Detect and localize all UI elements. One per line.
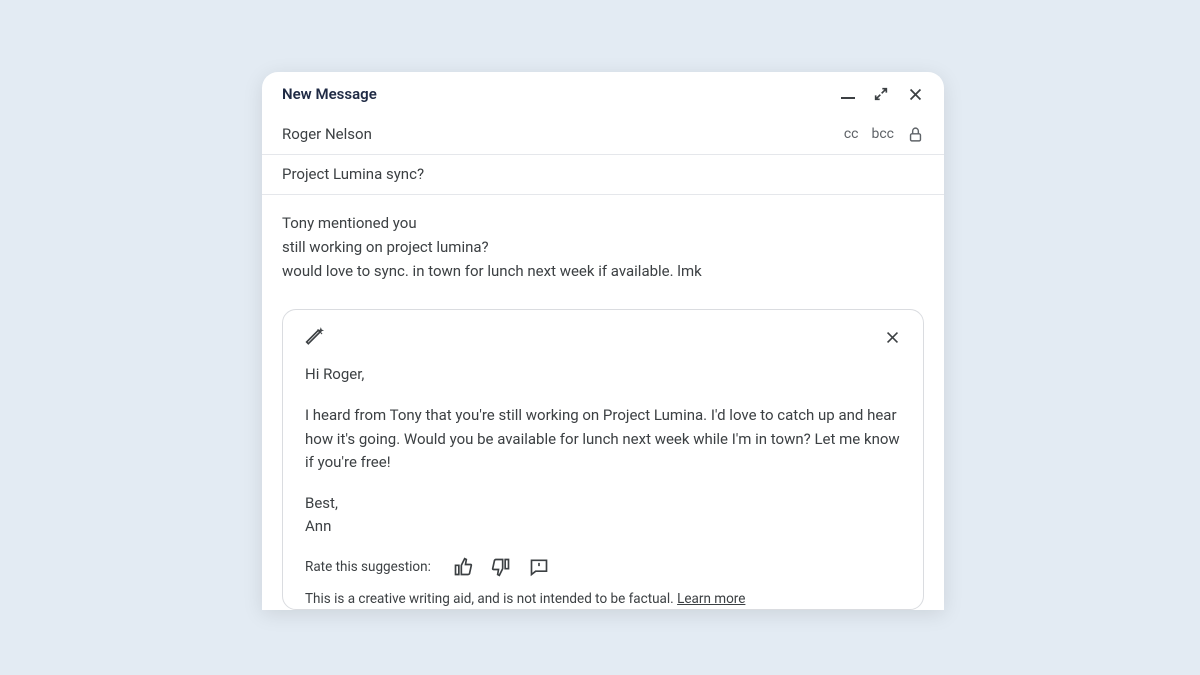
body-line: Tony mentioned you [282,211,924,235]
ai-suggestion-card: Hi Roger, I heard from Tony that you're … [282,309,924,610]
lock-icon[interactable] [907,126,924,143]
body-line: still working on project lumina? [282,235,924,259]
suggestion-paragraph: I heard from Tony that you're still work… [305,404,901,474]
expand-icon[interactable] [873,86,889,102]
body-line: would love to sync. in town for lunch ne… [282,259,924,283]
header-controls [841,86,924,103]
learn-more-link[interactable]: Learn more [677,591,745,607]
feedback-icon[interactable] [529,557,549,577]
compose-title: New Message [282,85,377,103]
close-icon[interactable] [907,86,924,103]
to-actions: cc bcc [844,126,924,143]
suggestion-header [305,327,901,347]
cc-button[interactable]: cc [844,126,859,142]
suggestion-greeting: Hi Roger, [305,363,901,386]
subject-text: Project Lumina sync? [282,165,924,183]
minimize-icon[interactable] [841,93,855,95]
user-draft-text: Tony mentioned you still working on proj… [282,211,924,283]
rate-row: Rate this suggestion: [305,557,901,577]
compose-header: New Message [262,72,944,115]
body-field[interactable]: Tony mentioned you still working on proj… [262,195,944,283]
suggestion-body: Hi Roger, I heard from Tony that you're … [305,363,901,539]
subject-field[interactable]: Project Lumina sync? [262,155,944,195]
thumbs-up-icon[interactable] [453,557,473,577]
disclaimer-text: This is a creative writing aid, and is n… [305,591,677,607]
recipient-name: Roger Nelson [282,125,372,143]
magic-wand-icon[interactable] [305,327,325,347]
thumbs-down-icon[interactable] [491,557,511,577]
compose-window: New Message Roger Nelson cc bcc [262,72,944,610]
to-field[interactable]: Roger Nelson cc bcc [262,115,944,155]
suggestion-closing: Best, Ann [305,492,901,539]
bcc-button[interactable]: bcc [871,126,894,142]
rate-label: Rate this suggestion: [305,559,431,575]
dismiss-suggestion-icon[interactable] [884,329,901,346]
disclaimer: This is a creative writing aid, and is n… [305,589,901,607]
